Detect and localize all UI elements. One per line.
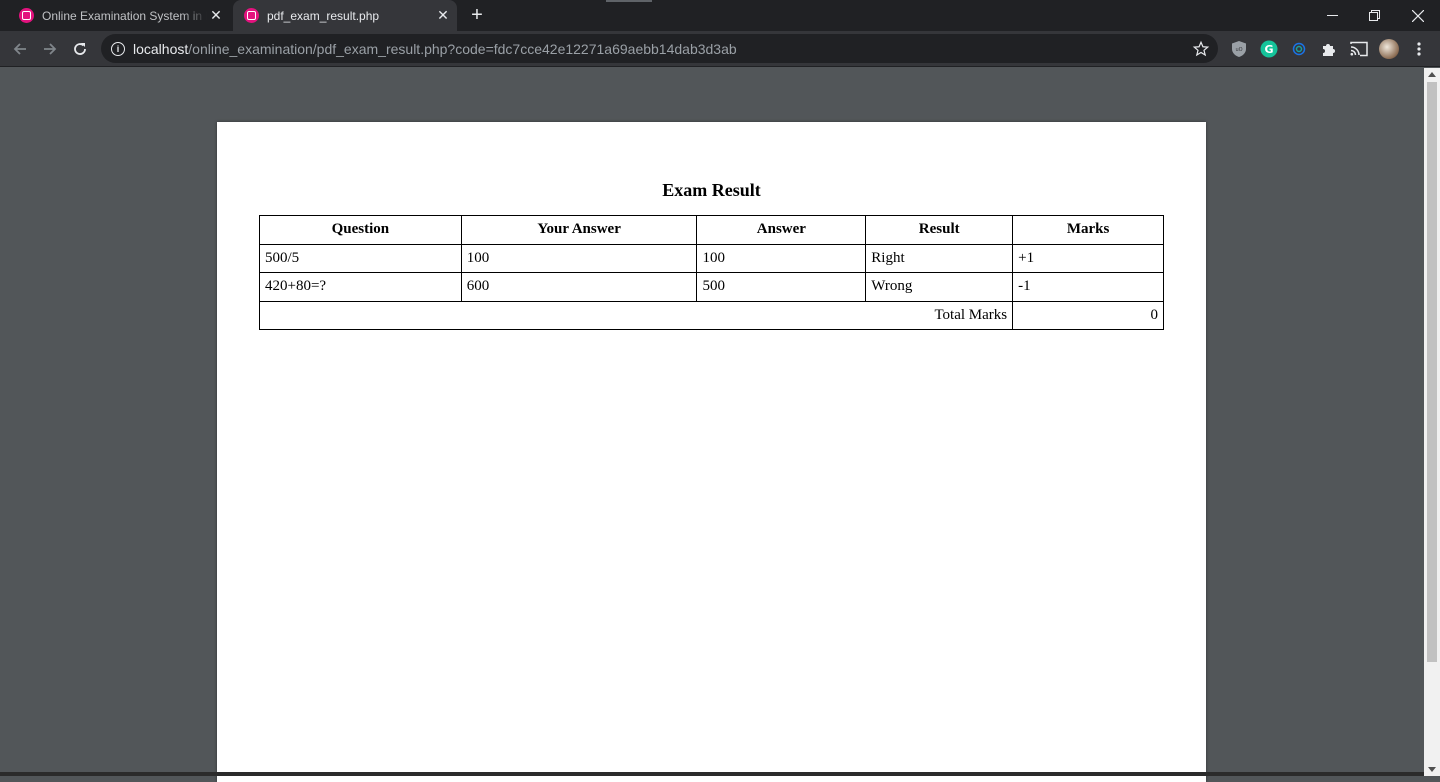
cast-icon[interactable] — [1349, 39, 1369, 59]
extensions-puzzle-icon[interactable] — [1319, 39, 1339, 59]
answer-cell: 100 — [696, 243, 867, 273]
restore-button[interactable] — [1353, 0, 1395, 31]
address-bar[interactable]: i localhost/online_examination/pdf_exam_… — [101, 34, 1218, 63]
table-header-row: Question Your Answer Answer Result Marks — [259, 215, 1164, 245]
bookmark-star-icon[interactable] — [1192, 40, 1210, 58]
svg-text:G: G — [1264, 43, 1273, 56]
total-row: Total Marks 0 — [258, 300, 1164, 330]
exam-result-table: Question Your Answer Answer Result Marks… — [258, 215, 1164, 330]
reload-icon — [74, 43, 86, 55]
question-cell: 500/5 — [259, 243, 462, 273]
url-host: localhost — [133, 40, 189, 57]
url-path: /online_examination/pdf_exam_result.php?… — [188, 40, 737, 57]
tab-drag-indicator — [606, 0, 652, 2]
back-button[interactable] — [6, 35, 34, 63]
reload-button[interactable] — [66, 35, 94, 63]
url-text: localhost/online_examination/pdf_exam_re… — [133, 41, 737, 57]
tab-title: Online Examination System in PHP — [42, 8, 207, 23]
question-cell: 420+80=? — [259, 272, 462, 302]
marks-cell: -1 — [1012, 272, 1164, 302]
pdf-page: Exam Result Question Your Answer Answer … — [217, 122, 1206, 782]
tab-pdf-exam-result[interactable]: pdf_exam_result.php ✕ — [233, 0, 457, 31]
result-cell: Wrong — [865, 272, 1014, 302]
extension-ring-icon[interactable] — [1289, 39, 1309, 59]
table-row: 420+80=? 600 500 Wrong -1 — [259, 272, 1164, 302]
your-answer-cell: 100 — [460, 243, 698, 273]
new-tab-button[interactable]: + — [466, 4, 488, 26]
total-marks-label: Total Marks — [258, 300, 1014, 330]
your-answer-cell: 600 — [460, 272, 698, 302]
tab-online-examination[interactable]: Online Examination System in PHP ✕ — [8, 0, 230, 31]
column-header: Marks — [1012, 215, 1164, 245]
table-row: 500/5 100 100 Right +1 — [259, 243, 1164, 273]
column-header: Answer — [696, 215, 867, 245]
arrow-right-icon — [44, 43, 57, 55]
browser-toolbar: i localhost/online_examination/pdf_exam_… — [0, 31, 1440, 67]
close-window-button[interactable] — [1397, 0, 1439, 31]
minimize-icon — [1326, 15, 1338, 16]
minimize-button[interactable] — [1311, 0, 1353, 31]
marks-cell: +1 — [1012, 243, 1164, 273]
column-header: Question — [259, 215, 462, 245]
answer-cell: 500 — [696, 272, 867, 302]
tab-strip: Online Examination System in PHP ✕ pdf_e… — [0, 0, 1440, 31]
scroll-up-arrow-icon[interactable] — [1428, 72, 1436, 77]
column-header: Your Answer — [460, 215, 698, 245]
forward-button[interactable] — [36, 35, 64, 63]
svg-text:uO: uO — [1235, 47, 1242, 53]
browser-menu-icon[interactable] — [1409, 39, 1429, 59]
scrollbar-thumb[interactable] — [1427, 82, 1437, 662]
result-cell: Right — [865, 243, 1014, 273]
arrow-left-icon — [13, 43, 26, 55]
column-header: Result — [865, 215, 1014, 245]
site-info-icon[interactable]: i — [111, 41, 125, 56]
ublock-shield-icon[interactable]: uO — [1229, 39, 1249, 59]
vertical-scrollbar[interactable] — [1424, 68, 1440, 776]
grammarly-icon[interactable]: G — [1259, 39, 1279, 59]
tab-close-icon[interactable]: ✕ — [207, 7, 225, 25]
close-icon — [1412, 9, 1424, 22]
tab-close-icon[interactable]: ✕ — [434, 7, 452, 25]
wamp-favicon-icon — [19, 8, 34, 23]
scroll-down-arrow-icon[interactable] — [1428, 767, 1436, 772]
wamp-favicon-icon — [244, 8, 259, 23]
restore-icon — [1368, 10, 1380, 21]
bottom-edge — [0, 772, 1424, 776]
document-title: Exam Result — [662, 180, 761, 200]
tab-title: pdf_exam_result.php — [267, 8, 380, 23]
profile-avatar[interactable] — [1379, 39, 1399, 59]
total-marks-value: 0 — [1012, 300, 1164, 330]
